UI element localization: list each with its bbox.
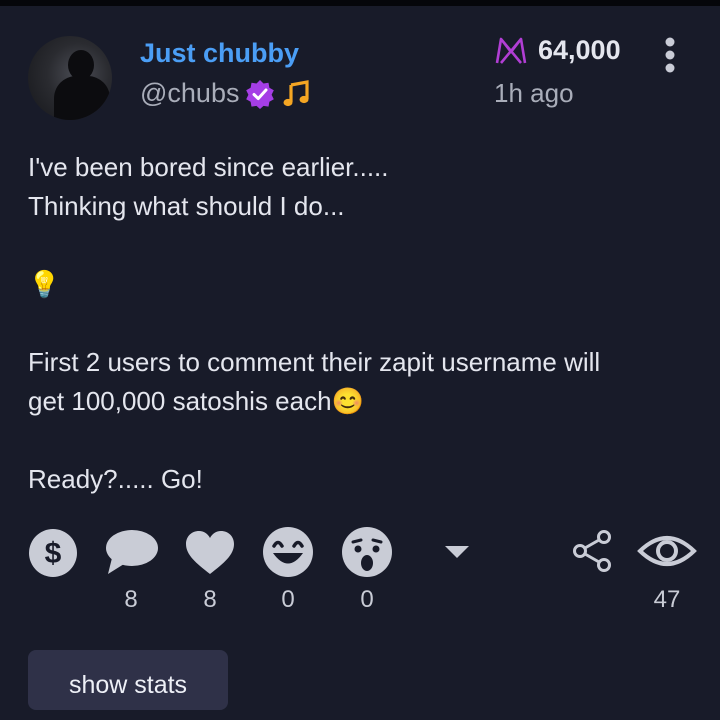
handle-row: @chubs xyxy=(140,78,311,109)
more-reactions-chevron-icon[interactable] xyxy=(443,544,471,560)
score-value: 64,000 xyxy=(538,35,621,65)
post-body: I've been bored since earlier..... Think… xyxy=(28,148,688,499)
post-line: I've been bored since earlier..... xyxy=(28,152,389,182)
wow-icon[interactable] xyxy=(341,526,393,578)
music-note-icon xyxy=(283,79,310,106)
svg-text:$: $ xyxy=(45,537,62,570)
comment-icon[interactable] xyxy=(104,528,160,576)
author-handle[interactable]: @chubs xyxy=(140,78,239,109)
laugh-icon[interactable] xyxy=(262,526,314,578)
like-heart-icon[interactable] xyxy=(184,530,236,576)
author-name[interactable]: Just chubby xyxy=(140,38,299,69)
avatar[interactable] xyxy=(28,36,112,120)
bulb-emoji: 💡 xyxy=(28,269,61,299)
smile-emoji: 😊 xyxy=(331,386,364,416)
post-time: 1h ago xyxy=(494,78,574,108)
more-options-icon[interactable] xyxy=(660,36,680,76)
post-line: First 2 users to comment their zapit use… xyxy=(28,347,601,377)
post-line: get 100,000 satoshis each😊 xyxy=(28,386,364,416)
views-eye-icon xyxy=(637,536,697,566)
score-row: 64,000 xyxy=(494,35,621,66)
tip-dollar-icon[interactable]: $ xyxy=(28,528,78,578)
view-count: 47 xyxy=(653,586,681,613)
comment-count: 8 xyxy=(124,586,138,613)
top-bar xyxy=(0,0,720,6)
post-line: Ready?..... Go! xyxy=(28,464,203,494)
share-icon[interactable] xyxy=(572,530,612,572)
post-line: Thinking what should I do... xyxy=(28,191,345,221)
laugh-count: 0 xyxy=(281,586,295,613)
show-stats-button[interactable]: show stats xyxy=(28,650,228,710)
like-count: 8 xyxy=(203,586,217,613)
score-icon xyxy=(495,37,527,64)
verified-badge-icon xyxy=(246,79,275,109)
wow-count: 0 xyxy=(360,586,374,613)
